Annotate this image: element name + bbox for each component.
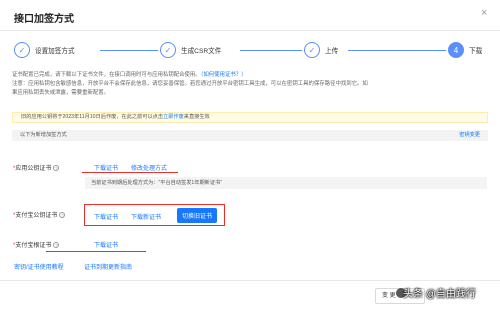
step-number: 4: [448, 42, 464, 58]
cert-renewal-guide-link[interactable]: 证书到期更新指南: [84, 262, 132, 271]
banner-text: 旧的应用公钥将于2023年11月10日后作废，在此之前可以点击: [21, 114, 164, 120]
question-circle-icon[interactable]: ?: [59, 211, 66, 218]
highlight-underline: [82, 172, 178, 174]
notice-line-3: 果应用私钥丢失或泄露，需要重新配置。: [12, 90, 110, 96]
notice-line-2: 注意：应用私钥包含敏感信息，开放平台不会保存此信息，请您妥善保管。若您通过开放平…: [12, 81, 368, 87]
step-2: ✓ 生成CSR文件: [160, 42, 221, 58]
dialog-title: 接口加签方式: [14, 14, 74, 25]
key-change-link[interactable]: 密钥变更: [459, 130, 480, 141]
question-circle-icon[interactable]: ?: [53, 164, 60, 171]
watermark: 头条 @自由践行: [403, 289, 476, 300]
step-4: 4 下载: [448, 42, 482, 58]
step-connector: [348, 50, 446, 51]
cert-renewal-info: 当前证书到期后处理方式为："平台自动签发1年期新证书": [85, 177, 487, 189]
section-title: 以下为新增加签方式: [20, 132, 67, 138]
step-connector: [240, 50, 302, 51]
step-label: 设置加签方式: [35, 48, 75, 55]
check-icon: ✓: [160, 42, 176, 58]
step-1: ✓ 设置加签方式: [14, 42, 75, 58]
key-cert-guide-link[interactable]: 密钥/证书使用教程: [14, 262, 64, 271]
app-cert-label: *应用公钥证书?: [13, 163, 60, 172]
notice-text: 证书配置已完成，请下载以下证书文件，在接口调用时可与应用私钥配合使用。: [12, 72, 201, 78]
step-connector: [100, 50, 158, 51]
header-divider: [0, 30, 500, 31]
row-label-text: 支付宝根证书: [15, 243, 52, 249]
deprecation-banner: 旧的应用公钥将于2023年11月10日后作废，在此之前可以点击立即作废来直接生效: [12, 112, 488, 123]
alipay-cert-label: *支付宝公钥证书?: [13, 210, 66, 219]
highlight-underline: [46, 251, 146, 253]
step-label: 生成CSR文件: [181, 48, 222, 55]
close-icon[interactable]: ×: [481, 8, 487, 19]
footer-divider: [0, 280, 500, 281]
row-label-text: 应用公钥证书: [15, 166, 52, 172]
download-app-cert-button[interactable]: 下载证书: [94, 163, 118, 172]
modify-handling-button[interactable]: 修改处理方式: [131, 163, 167, 172]
dialog: 接口加签方式 × ✓ 设置加签方式 ✓ 生成CSR文件 ✓ 上传 4 下载 证书…: [0, 0, 500, 313]
check-icon: ✓: [304, 42, 320, 58]
download-root-cert-button[interactable]: 下载证书: [94, 240, 118, 249]
row-label-text: 支付宝公钥证书: [15, 213, 58, 219]
check-icon: ✓: [14, 42, 30, 58]
question-circle-icon[interactable]: ?: [53, 241, 60, 248]
step-label: 上传: [325, 48, 339, 55]
highlight-box: [84, 204, 225, 226]
step-label: 下载: [469, 48, 483, 55]
section-bar: 以下为新增加签方式 密钥变更: [12, 130, 488, 141]
void-now-link[interactable]: 立即作废: [163, 114, 184, 120]
step-3: ✓ 上传: [304, 42, 338, 58]
root-cert-label: *支付宝根证书?: [13, 240, 60, 249]
banner-suffix: 来直接生效: [183, 114, 210, 120]
how-to-use-cert-link[interactable]: （如何使用证书？）: [201, 72, 247, 78]
notice-line-1: 证书配置已完成，请下载以下证书文件，在接口调用时可与应用私钥配合使用。（如何使用…: [12, 71, 247, 79]
